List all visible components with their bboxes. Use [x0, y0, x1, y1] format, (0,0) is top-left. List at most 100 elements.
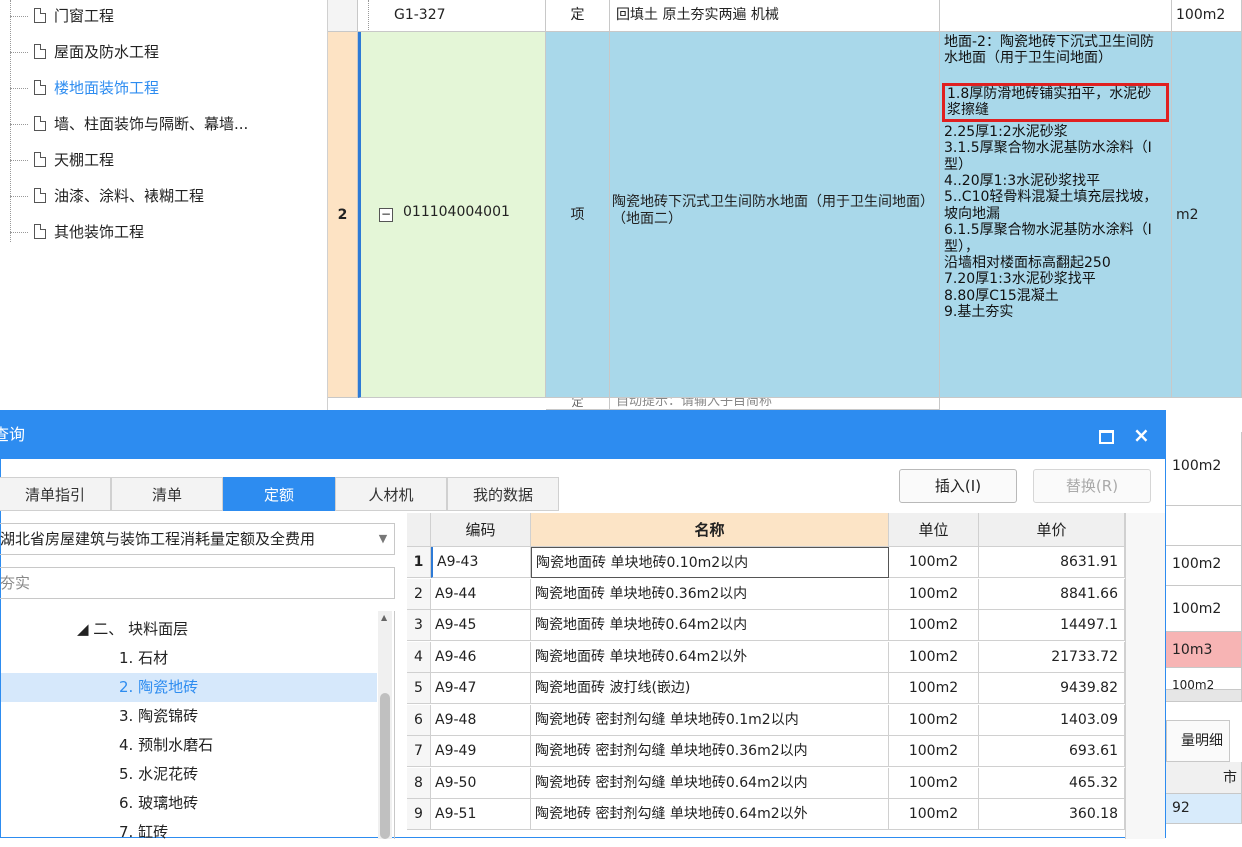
tab-1[interactable]: 清单	[111, 477, 223, 511]
tab-4[interactable]: 我的数据	[447, 477, 559, 511]
row-price[interactable]: 21733.72	[979, 641, 1125, 673]
row-n[interactable]: 9	[407, 799, 431, 830]
row-code[interactable]: A9-45	[431, 610, 531, 641]
tree-branch	[10, 52, 28, 53]
row-code[interactable]: A9-51	[431, 799, 531, 830]
row-price[interactable]: 8631.91	[979, 547, 1125, 578]
row-name[interactable]: 陶瓷地砖 密封剂勾缝 单块地砖0.1m2以内	[531, 704, 889, 736]
row-unit[interactable]: 100m2	[889, 547, 979, 578]
tab-0[interactable]: 清单指引	[0, 477, 111, 511]
tab-3[interactable]: 人材机	[335, 477, 447, 511]
row2-type: 项	[546, 32, 610, 398]
row-n[interactable]: 1	[407, 547, 431, 578]
header-code[interactable]: 编码	[431, 513, 531, 547]
row1-desc[interactable]	[940, 0, 1172, 32]
row-n[interactable]: 3	[407, 610, 431, 641]
tree-connector	[10, 0, 11, 242]
category-item[interactable]: 6. 玻璃地砖	[1, 789, 377, 818]
chevron-down-icon[interactable]: ▼	[372, 524, 394, 554]
row-price[interactable]: 693.61	[979, 736, 1125, 767]
category-item[interactable]: 4. 预制水磨石	[1, 731, 377, 760]
row-n[interactable]: 7	[407, 736, 431, 767]
tree-branch	[10, 232, 28, 233]
row-name[interactable]: 陶瓷地砖 密封剂勾缝 单块地砖0.36m2以内	[531, 736, 889, 767]
row-name[interactable]: 陶瓷地面砖 波打线(嵌边)	[531, 673, 889, 704]
detail-tab[interactable]: 量明细	[1166, 720, 1230, 762]
row3-name[interactable]: 自动提示：请输入子目简称	[610, 398, 940, 410]
row-unit[interactable]: 100m2	[889, 641, 979, 673]
category-item[interactable]: 2. 陶瓷地砖	[1, 673, 377, 702]
library-value: 湖北省房屋建筑与装饰工程消耗量定额及全费用	[0, 530, 316, 548]
row-name[interactable]: 陶瓷地面砖 单块地砖0.64m2以内	[531, 610, 889, 641]
desc-tail: 2.25厚1:2水泥砂浆 3.1.5厚聚合物水泥基防水涂料（Ⅰ型） 4..20厚…	[944, 123, 1158, 321]
row-name[interactable]: 陶瓷地面砖 单块地砖0.64m2以外	[531, 641, 889, 673]
search-input[interactable]: 夯实	[0, 567, 395, 599]
row1-unit: 100m2	[1172, 0, 1242, 32]
row3-type: 定	[546, 398, 610, 410]
row-price[interactable]: 1403.09	[979, 704, 1125, 736]
category-item[interactable]: 1. 石材	[1, 644, 377, 673]
row-price[interactable]: 9439.82	[979, 673, 1125, 704]
row-code[interactable]: A9-48	[431, 704, 531, 736]
row-unit[interactable]: 100m2	[889, 673, 979, 704]
code-cell[interactable]: G1-327	[358, 0, 546, 32]
row-n[interactable]: 8	[407, 767, 431, 799]
row-code[interactable]: A9-46	[431, 641, 531, 673]
row-n[interactable]: 5	[407, 673, 431, 704]
row-n[interactable]: 6	[407, 704, 431, 736]
library-select[interactable]: 湖北省房屋建筑与装饰工程消耗量定额及全费用 ▼	[0, 523, 395, 555]
row-n[interactable]: 2	[407, 578, 431, 610]
row2-description[interactable]: 地面-2：陶瓷地砖下沉式卫生间防水地面（用于卫生间地面） 1.8厚防滑地砖铺实拍…	[940, 32, 1172, 398]
category-item[interactable]: 3. 陶瓷锦砖	[1, 702, 377, 731]
row-unit[interactable]: 100m2	[889, 704, 979, 736]
row-code[interactable]: A9-49	[431, 736, 531, 767]
row-unit[interactable]: 100m2	[889, 799, 979, 830]
row-code[interactable]: A9-43	[431, 547, 531, 578]
query-dialog: 查询 × 清单指引 清单 定额 人材机 我的数据 插入(I) 替换(R) 湖北省房屋建筑…	[0, 410, 1166, 841]
row-code[interactable]: A9-50	[431, 767, 531, 799]
scroll-up-icon[interactable]: ▲	[381, 613, 387, 622]
close-icon[interactable]: ×	[1133, 411, 1150, 459]
row2-name-cell[interactable]: 陶瓷地砖下沉式卫生间防水地面（用于卫生间地面）（地面二）	[610, 32, 940, 398]
header-index	[407, 513, 431, 547]
row-unit[interactable]: 100m2	[889, 736, 979, 767]
row-price[interactable]: 14497.1	[979, 610, 1125, 641]
row-unit[interactable]: 100m2	[889, 610, 979, 641]
right-unit-2: 100m2	[1166, 546, 1242, 586]
row-price[interactable]: 8841.66	[979, 578, 1125, 610]
row2-number[interactable]: 2	[328, 32, 358, 398]
row-name[interactable]: 陶瓷地面砖 单块地砖0.10m2以内	[531, 547, 889, 578]
row-price[interactable]: 360.18	[979, 799, 1125, 830]
category-item[interactable]: 7. 缸砖	[1, 818, 377, 847]
insert-button[interactable]: 插入(I)	[899, 469, 1017, 503]
row2-unit: m2	[1172, 32, 1242, 398]
row-n[interactable]: 4	[407, 641, 431, 673]
dialog-title: 查询	[0, 425, 26, 444]
tree-branch	[10, 124, 28, 125]
row1-name[interactable]: 回填土 原土夯实两遍 机械	[610, 0, 940, 32]
row-name[interactable]: 陶瓷地砖 密封剂勾缝 单块地砖0.64m2以外	[531, 799, 889, 830]
splitter[interactable]	[1166, 690, 1242, 702]
row-unit[interactable]: 100m2	[889, 767, 979, 799]
row2-code-cell[interactable]: − 011104004001	[358, 32, 546, 398]
tree-scrollbar[interactable]: ▲	[378, 611, 392, 839]
quota-table: 编码 名称 单位 单价 1 A9-43 陶瓷地面砖 单块地砖0.10m2以内 100m…	[407, 513, 1125, 839]
row-unit[interactable]: 100m2	[889, 578, 979, 610]
row-code[interactable]: A9-44	[431, 578, 531, 610]
tree-item-label: 墙、柱面装饰与隔断、幕墙...	[54, 115, 249, 133]
scroll-thumb[interactable]	[380, 693, 390, 839]
tab-2[interactable]: 定额	[223, 477, 335, 511]
row-name[interactable]: 陶瓷地面砖 单块地砖0.36m2以内	[531, 578, 889, 610]
category-item[interactable]: ◢ 二、 块料面层	[1, 615, 377, 644]
header-price[interactable]: 单价	[979, 513, 1125, 547]
header-name[interactable]: 名称	[531, 513, 889, 547]
dialog-titlebar[interactable]: 查询 ×	[0, 411, 1165, 459]
header-unit[interactable]: 单位	[889, 513, 979, 547]
row-price[interactable]: 465.32	[979, 767, 1125, 799]
maximize-icon[interactable]	[1099, 430, 1114, 444]
row-code[interactable]: A9-47	[431, 673, 531, 704]
row-name[interactable]: 陶瓷地砖 密封剂勾缝 单块地砖0.64m2以内	[531, 767, 889, 799]
collapse-icon[interactable]: −	[379, 208, 393, 222]
replace-button[interactable]: 替换(R)	[1033, 469, 1151, 503]
category-item[interactable]: 5. 水泥花砖	[1, 760, 377, 789]
